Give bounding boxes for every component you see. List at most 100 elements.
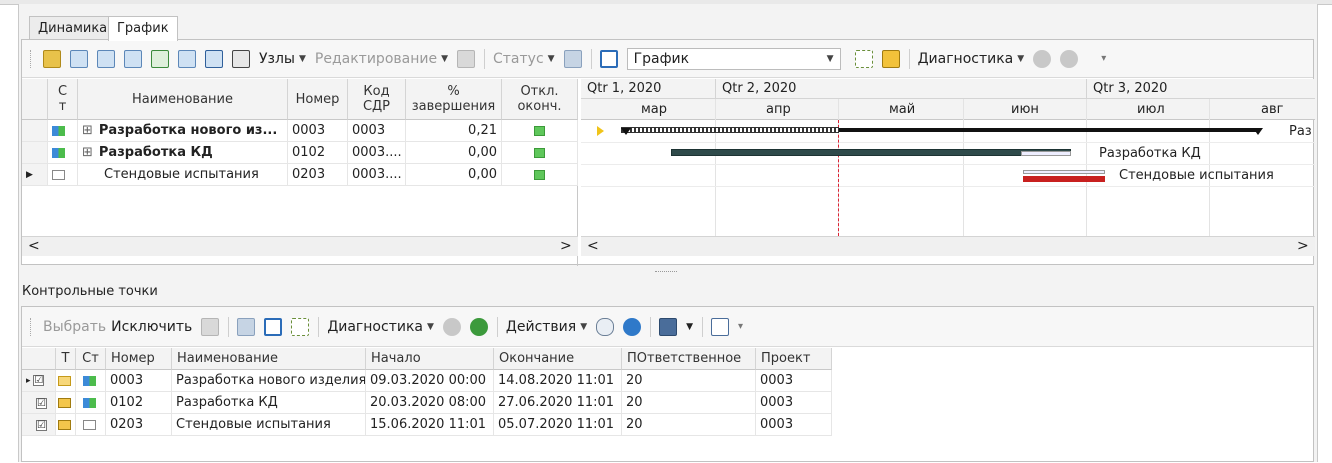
grid-horizontal-scrollbar[interactable]: < > — [22, 236, 578, 256]
toolbar-overflow-icon[interactable]: ▾ — [738, 321, 743, 332]
task-name-cell[interactable]: ⊞ Разработка нового из... — [78, 120, 288, 142]
status-cell — [76, 414, 106, 436]
month-label: июн — [1011, 102, 1039, 117]
column-number[interactable]: Номер — [106, 348, 172, 370]
diagnostics-menu[interactable]: Диагностика ▼ — [327, 319, 434, 335]
column-deviation[interactable]: Откл. оконч. — [502, 79, 578, 120]
column-end[interactable]: Окончание — [494, 348, 622, 370]
columns-icon[interactable] — [232, 49, 250, 68]
panel-splitter[interactable] — [655, 271, 677, 272]
scroll-left-icon[interactable]: < — [28, 238, 40, 254]
row-indicator-header — [22, 348, 56, 370]
month-label: авг — [1261, 102, 1284, 117]
column-name[interactable]: Наименование — [78, 79, 288, 120]
column-name[interactable]: Наименование — [172, 348, 366, 370]
task-bar-remaining[interactable] — [1021, 151, 1071, 156]
tab-dynamics[interactable]: Динамика — [29, 16, 109, 40]
scroll-right-icon[interactable]: > — [1297, 238, 1309, 254]
status-menu[interactable]: Статус ▼ — [493, 51, 555, 67]
resource-icon[interactable] — [237, 317, 256, 336]
expand-icon[interactable]: ⊞ — [82, 123, 93, 138]
chevron-down-icon: ▼ — [1017, 53, 1025, 64]
fit-width-icon[interactable] — [124, 49, 142, 68]
zoom-in-icon[interactable] — [70, 49, 88, 68]
save-icon[interactable] — [659, 317, 678, 336]
resource-icon[interactable] — [563, 49, 582, 68]
task-name-cell[interactable]: ⊞ Разработка КД — [78, 142, 288, 164]
expand-icon[interactable]: ⊞ — [82, 145, 93, 160]
column-project[interactable]: Проект — [756, 348, 832, 370]
task-bar-critical[interactable] — [1023, 176, 1105, 182]
footprints-icon[interactable] — [854, 49, 873, 68]
find-icon[interactable] — [711, 317, 730, 336]
summary-bar-progress[interactable] — [621, 127, 839, 133]
exclude-button[interactable]: Исключить — [111, 319, 192, 335]
actions-menu[interactable]: Действия ▼ — [506, 319, 587, 335]
start-cell: 15.06.2020 11:01 — [366, 414, 494, 436]
open-window-icon[interactable] — [264, 317, 283, 336]
task-name-cell[interactable]: Стендовые испытания — [78, 164, 288, 186]
scroll-left-icon[interactable]: < — [587, 238, 599, 254]
control-points-toolbar: Выбрать Исключить Диагностика ▼ Действия ▼… — [22, 307, 1313, 347]
view-select[interactable]: График ▼ — [626, 47, 841, 70]
column-status[interactable]: Ст — [76, 348, 106, 370]
check-settings-icon[interactable] — [881, 49, 900, 68]
row-indicator[interactable] — [22, 120, 48, 142]
task-properties-icon[interactable] — [43, 49, 61, 68]
type-cell — [56, 370, 76, 392]
column-status[interactable]: С т — [48, 79, 78, 120]
column-type[interactable]: Т — [56, 348, 76, 370]
zoom-out-icon[interactable] — [97, 49, 115, 68]
row-indicator[interactable] — [22, 142, 48, 164]
percent-cell: 0,00 — [406, 164, 502, 186]
scroll-to-task-icon[interactable] — [597, 126, 604, 136]
summary-bar[interactable] — [839, 128, 1259, 132]
calendar-icon[interactable] — [205, 49, 223, 68]
actions-label: Действия — [505, 318, 577, 335]
open-window-icon[interactable] — [599, 49, 618, 68]
row-indicator[interactable]: ☑ — [22, 414, 56, 436]
ok-indicator-icon — [534, 147, 545, 158]
row-indicator[interactable]: ☑ — [22, 392, 56, 414]
status-flag-icon — [83, 375, 96, 386]
link-icon[interactable] — [596, 317, 615, 336]
edit-menu[interactable]: Редактирование ▼ — [315, 51, 448, 67]
column-start[interactable]: Начало — [366, 348, 494, 370]
gantt-horizontal-scrollbar[interactable]: < > — [581, 236, 1315, 256]
quarter-label: Qtr 3, 2020 — [1093, 81, 1168, 96]
number-cell: 0003 — [106, 370, 172, 392]
nodes-menu[interactable]: Узлы ▼ — [259, 51, 306, 67]
footprints-icon[interactable] — [291, 317, 310, 336]
toolbar-overflow-icon[interactable]: ▾ — [1101, 53, 1106, 64]
chevron-down-icon: ▼ — [580, 321, 588, 332]
toolbar-grip[interactable] — [30, 317, 33, 336]
scroll-right-icon[interactable]: > — [560, 238, 572, 254]
column-number[interactable]: Номер — [288, 79, 348, 120]
nav-down-icon[interactable] — [469, 317, 488, 336]
type-cell — [56, 414, 76, 436]
task-bar[interactable] — [671, 149, 1071, 156]
baseline-bar — [1023, 170, 1105, 174]
row-checkbox[interactable]: ☑ — [36, 398, 47, 409]
column-wbs[interactable]: Код СДР — [348, 79, 406, 120]
gantt-task-label: Раз — [1289, 124, 1312, 139]
deviation-cell — [502, 142, 578, 164]
row-indicator-header — [22, 79, 48, 120]
current-row-indicator[interactable]: ▶ — [22, 164, 48, 186]
row-checkbox[interactable]: ☑ — [33, 375, 45, 386]
toolbar-grip[interactable] — [30, 49, 33, 68]
column-percent[interactable]: % завершения — [406, 79, 502, 120]
control-points-panel: Выбрать Исключить Диагностика ▼ Действия ▼… — [21, 306, 1314, 462]
current-row-indicator[interactable]: ▸ ☑ — [22, 370, 56, 392]
number-cell: 0203 — [106, 414, 172, 436]
row-checkbox[interactable]: ☑ — [36, 420, 47, 431]
task-box-icon[interactable] — [178, 49, 196, 68]
diagnostics-menu[interactable]: Диагностика ▼ — [918, 51, 1025, 67]
info-icon[interactable] — [623, 317, 642, 336]
tab-schedule[interactable]: График — [108, 16, 178, 41]
select-button[interactable]: Выбрать — [43, 319, 106, 335]
name-cell: Разработка нового изделия — [172, 370, 366, 392]
save-dropdown-icon[interactable]: ▼ — [686, 322, 693, 332]
column-responsible[interactable]: ПОтветственное — [622, 348, 756, 370]
link-tasks-icon[interactable] — [151, 49, 169, 68]
